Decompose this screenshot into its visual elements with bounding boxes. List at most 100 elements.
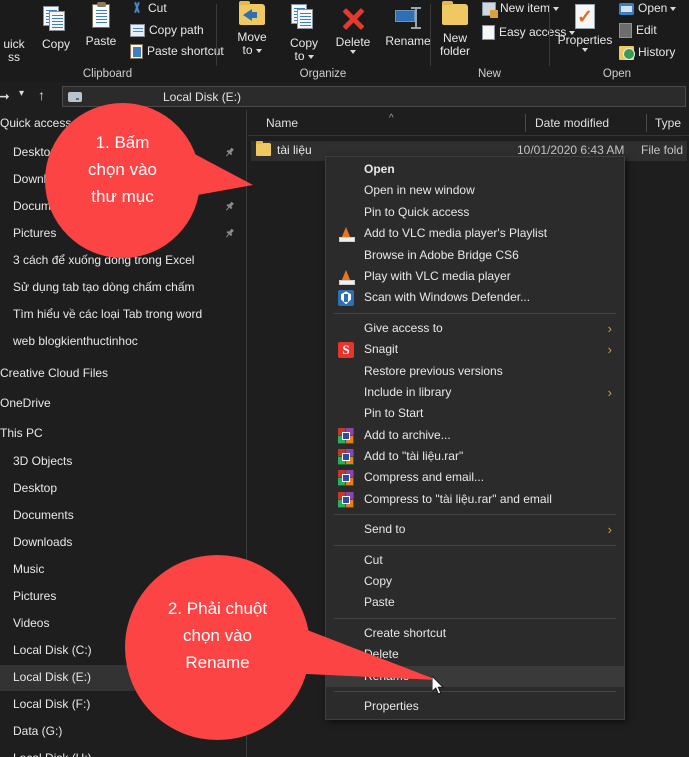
chevron-down-icon[interactable]: [350, 50, 356, 54]
menu-item-label: Give access to: [364, 320, 443, 335]
copy-button[interactable]: Copy: [33, 6, 79, 51]
sidebar-item-web-blogkienthuctinhoc[interactable]: web blogkienthuctinhoc: [0, 329, 247, 355]
callout-1-line-2: chọn vào: [88, 160, 157, 179]
winrar-icon: [338, 427, 354, 444]
paste-shortcut-icon: [130, 44, 143, 60]
menu-item-label: Add to VLC media player's Playlist: [364, 226, 548, 241]
move-to-button[interactable]: Move to: [226, 1, 278, 57]
sidebar-item-label: Local Disk (C:): [13, 643, 92, 657]
column-header-name[interactable]: Name: [266, 116, 298, 130]
menu-item-add-to-archive[interactable]: Add to archive...: [326, 425, 624, 446]
menu-item-label: Open in new window: [364, 183, 475, 198]
menu-item-add-to-t-i-li-u-rar[interactable]: Add to "tài liệu.rar": [326, 446, 624, 467]
sidebar-item-creative-cloud-files[interactable]: Creative Cloud Files: [0, 361, 247, 387]
history-button[interactable]: History: [619, 45, 675, 60]
mouse-cursor: [432, 676, 445, 695]
delete-button[interactable]: Delete: [326, 6, 380, 54]
file-date-modified: 10/01/2020 6:43 AM: [517, 143, 625, 157]
column-header-type[interactable]: Type: [655, 116, 681, 130]
paste-label: Paste: [85, 34, 117, 48]
paste-shortcut-label: Paste shortcut: [147, 44, 224, 58]
copy-label: Copy: [41, 37, 70, 51]
ribbon-group-new: New folder New item Easy access New: [427, 0, 576, 82]
ribbon-group-title-new: New: [477, 68, 501, 80]
menu-item-label: Include in library: [364, 384, 452, 399]
menu-item-label: Add to archive...: [364, 427, 451, 442]
move-to-label-2: to: [242, 43, 253, 57]
menu-item-pin-to-quick-access[interactable]: Pin to Quick access: [326, 202, 624, 223]
menu-item-add-to-vlc-media-player-s-playlist[interactable]: Add to VLC media player's Playlist: [326, 223, 624, 244]
sort-ascending-icon: ^: [389, 113, 394, 124]
menu-item-compress-to-t-i-li-u-rar-and-email[interactable]: Compress to "tài liệu.rar" and email: [326, 489, 624, 510]
copy-path-icon: [130, 24, 145, 38]
menu-item-label: Pin to Quick access: [364, 204, 470, 219]
properties-button[interactable]: ✓ Properties: [554, 4, 616, 52]
menu-item-browse-in-adobe-bridge-cs6[interactable]: Browse in Adobe Bridge CS6: [326, 245, 624, 266]
history-label: History: [638, 45, 676, 59]
sidebar-item-label: web blogkienthuctinhoc: [13, 334, 138, 348]
edit-button[interactable]: Edit: [619, 23, 657, 39]
sidebar-item-label: Sử dụng tab tạo dòng chấm chấm: [13, 280, 195, 294]
sidebar-item-local-disk-h[interactable]: Local Disk (H:): [0, 746, 247, 757]
folder-icon: [256, 141, 271, 156]
sidebar-item-desktop[interactable]: Desktop: [0, 476, 247, 502]
delete-label: Delete: [335, 35, 371, 49]
menu-item-snagit[interactable]: S Snagit ›: [326, 339, 624, 360]
new-item-button[interactable]: New item: [482, 1, 560, 18]
menu-item-send-to[interactable]: Send to ›: [326, 519, 624, 540]
sidebar-item-t-m-hi-u-v-c-c-lo-i-tab-trong-word[interactable]: Tìm hiểu về các loại Tab trong word: [0, 302, 247, 328]
address-path-text: Local Disk (E:): [163, 90, 242, 104]
chevron-down-icon[interactable]: [255, 48, 262, 53]
column-divider-2[interactable]: [646, 114, 647, 132]
menu-item-label: Play with VLC media player: [364, 268, 511, 283]
menu-item-compress-and-email[interactable]: Compress and email...: [326, 467, 624, 488]
sidebar-item-label: OneDrive: [0, 396, 51, 410]
menu-item-restore-previous-versions[interactable]: Restore previous versions: [326, 361, 624, 382]
chevron-down-icon[interactable]: [582, 48, 588, 52]
open-icon: [619, 2, 634, 15]
quick-access-label-2: ss: [8, 50, 20, 64]
sidebar-item-documents[interactable]: Documents: [0, 503, 247, 529]
cut-button[interactable]: Cut: [130, 1, 167, 16]
rename-icon: [393, 7, 423, 31]
menu-item-label: Restore previous versions: [364, 363, 503, 378]
sidebar-item-onedrive[interactable]: OneDrive: [0, 391, 247, 417]
sidebar-item-3d-objects[interactable]: 3D Objects: [0, 449, 247, 475]
new-folder-button[interactable]: New folder: [427, 1, 483, 58]
vlc-icon: [338, 269, 355, 285]
menu-item-play-with-vlc-media-player[interactable]: Play with VLC media player: [326, 266, 624, 287]
properties-label: Properties: [557, 33, 613, 47]
paste-shortcut-button[interactable]: Paste shortcut: [130, 44, 224, 60]
menu-item-label: Send to: [364, 522, 406, 537]
recent-locations-chevron-icon[interactable]: ▾: [19, 88, 24, 99]
callout-1-line-3: thư mục: [91, 187, 154, 206]
sidebar-item-downloads[interactable]: Downloads: [0, 530, 247, 556]
chevron-down-icon[interactable]: [307, 54, 314, 59]
menu-item-give-access-to[interactable]: Give access to ›: [326, 318, 624, 339]
forward-arrow-icon[interactable]: ➞: [0, 88, 10, 105]
paste-button[interactable]: Paste: [78, 2, 124, 48]
callout-2-line-2: chọn vào: [183, 626, 252, 645]
up-arrow-icon[interactable]: ↑: [38, 87, 45, 103]
copy-to-button[interactable]: Copy to: [278, 4, 330, 63]
menu-item-scan-with-windows-defender[interactable]: Scan with Windows Defender...: [326, 287, 624, 308]
menu-item-open-in-new-window[interactable]: Open in new window: [326, 180, 624, 201]
copy-path-button[interactable]: Copy path: [130, 23, 204, 38]
move-to-icon: [239, 1, 265, 25]
column-header-date-modified[interactable]: Date modified: [535, 116, 609, 130]
chevron-down-icon[interactable]: [670, 6, 677, 11]
sidebar-item-label: Creative Cloud Files: [0, 366, 109, 380]
column-divider-1[interactable]: [525, 114, 526, 132]
copy-to-icon: [291, 4, 317, 30]
menu-item-include-in-library[interactable]: Include in library ›: [326, 382, 624, 403]
ribbon-toolbar: uick ss Copy Paste Cut Copy path Paste s…: [0, 0, 689, 82]
menu-item-open[interactable]: Open: [326, 159, 624, 180]
edit-label: Edit: [636, 23, 657, 37]
copy-path-label: Copy path: [149, 23, 204, 37]
open-button[interactable]: Open: [619, 1, 677, 15]
scissors-icon: [130, 2, 144, 16]
sidebar-item-s-d-ng-tab-t-o-d-ng-ch-m-ch-m[interactable]: Sử dụng tab tạo dòng chấm chấm: [0, 275, 247, 301]
sidebar-item-label: Downloads: [13, 535, 73, 549]
menu-item-pin-to-start[interactable]: Pin to Start: [326, 403, 624, 424]
sidebar-item-this-pc[interactable]: This PC: [0, 421, 247, 447]
